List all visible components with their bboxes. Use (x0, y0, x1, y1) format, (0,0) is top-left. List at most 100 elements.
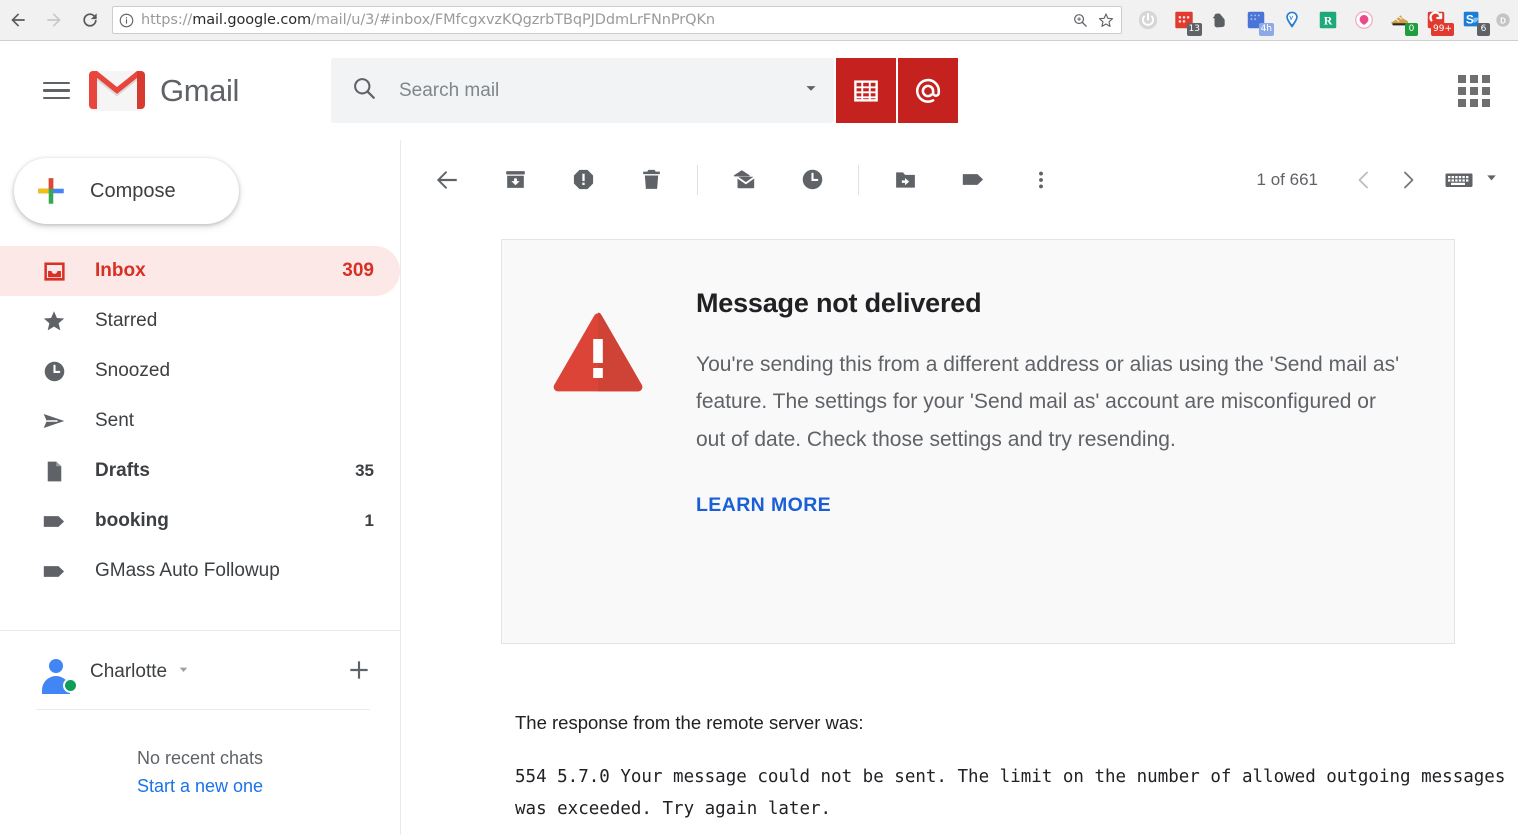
yandex-extension-icon[interactable] (1279, 7, 1305, 33)
sidebar-item-drafts[interactable]: Drafts 35 (0, 446, 400, 496)
sidebar-item-booking[interactable]: booking 1 (0, 496, 400, 546)
gmass-at-button[interactable] (897, 58, 958, 123)
gmail-brand-text: Gmail (160, 72, 239, 108)
sidebar-item-label: Inbox (95, 260, 146, 281)
pagination: 1 of 661 (1257, 158, 1518, 202)
compose-label: Compose (90, 179, 176, 202)
sidebar-item-label: Snoozed (95, 360, 171, 381)
sidebar-item-starred[interactable]: Starred (0, 296, 400, 346)
skype-extension-icon[interactable]: S 6 (1459, 7, 1490, 36)
url-text: https://mail.google.com/mail/u/3/#inbox/… (141, 12, 715, 28)
error-body: Message not delivered You're sending thi… (696, 288, 1454, 643)
gmail-logo[interactable]: Gmail (88, 68, 239, 113)
sidebar-item-gmass-auto-followup[interactable]: GMass Auto Followup (0, 546, 400, 596)
svg-text:R: R (1324, 14, 1333, 28)
calendar-extension-icon[interactable]: 13 (1171, 7, 1202, 36)
sidebar-item-inbox[interactable]: Inbox 309 (0, 246, 400, 296)
browser-toolbar: https://mail.google.com/mail/u/3/#inbox/… (0, 0, 1518, 41)
rescuetime-extension-icon[interactable]: 4h (1243, 7, 1274, 36)
ring-extension-icon[interactable] (1351, 7, 1377, 33)
search-area: Search mail (330, 58, 958, 123)
label-tag-icon (40, 558, 68, 585)
report-spam-button[interactable] (559, 156, 607, 204)
move-to-button[interactable] (881, 156, 929, 204)
compose-button[interactable]: Compose (14, 158, 239, 224)
chat-user-name: Charlotte (90, 661, 168, 682)
power-toggle-extension-icon[interactable] (1135, 7, 1161, 33)
more-options-button[interactable] (1017, 156, 1065, 204)
server-response-text: 554 5.7.0 Your message could not be sent… (515, 767, 1506, 819)
chat-section: Charlotte No recent chats Start a new on… (0, 630, 400, 797)
chat-header[interactable]: Charlotte (0, 645, 400, 699)
search-input[interactable]: Search mail (330, 58, 834, 123)
shoe-tracker-extension-icon[interactable]: 0 (1387, 7, 1418, 36)
chevron-left-icon[interactable] (1342, 158, 1386, 202)
delete-button[interactable] (627, 156, 675, 204)
message-toolbar: 1 of 661 (401, 140, 1518, 219)
hamburger-menu-icon[interactable] (32, 67, 80, 115)
sidebar-item-label: GMass Auto Followup (95, 560, 280, 581)
gmass-spreadsheet-button[interactable] (835, 58, 896, 123)
sidebar: Compose Inbox 309 Starred Snoozed Sent D… (0, 140, 400, 835)
sidebar-item-label: Drafts (95, 460, 150, 481)
forward-arrow-icon[interactable] (36, 2, 72, 38)
clock-icon (40, 359, 68, 384)
sidebar-nav-list: Inbox 309 Starred Snoozed Sent Drafts 35… (0, 246, 400, 596)
sidebar-item-label: booking (95, 510, 169, 531)
star-icon (40, 308, 68, 334)
send-icon (40, 408, 68, 434)
learn-more-link[interactable]: LEARN MORE (696, 494, 831, 517)
error-title: Message not delivered (696, 288, 982, 318)
mark-unread-button[interactable] (720, 156, 768, 204)
sidebar-item-label: Sent (95, 410, 135, 431)
chat-divider (36, 709, 370, 710)
at-sign-icon (915, 78, 940, 103)
extension-tray: 13 4h R 0 99+ S 6 D (1130, 0, 1518, 41)
chat-empty-state: No recent chats Start a new one (0, 748, 400, 797)
calendar-badge: 13 (1186, 23, 1202, 36)
chevron-right-icon[interactable] (1386, 158, 1430, 202)
sidebar-item-snoozed[interactable]: Snoozed (0, 346, 400, 396)
reload-icon[interactable] (72, 2, 108, 38)
url-bar[interactable]: https://mail.google.com/mail/u/3/#inbox/… (112, 6, 1122, 34)
grammarly-extension-icon[interactable]: R (1315, 7, 1341, 33)
sidebar-item-label: Starred (95, 310, 158, 331)
plus-icon (38, 178, 64, 204)
skype-badge: 6 (1477, 23, 1490, 36)
keyboard-icon[interactable] (1444, 169, 1500, 191)
start-new-chat-link[interactable]: Start a new one (0, 776, 400, 797)
apps-grid-icon[interactable] (1458, 74, 1490, 107)
archive-button[interactable] (491, 156, 539, 204)
sidebar-item-count: 1 (364, 511, 374, 530)
back-to-inbox-button[interactable] (423, 156, 471, 204)
star-icon[interactable] (1097, 11, 1115, 29)
chevron-down-icon[interactable] (800, 77, 822, 104)
partial-extension-icon[interactable]: D (1495, 7, 1511, 33)
pagination-text: 1 of 661 (1256, 169, 1318, 189)
chevron-down-icon[interactable] (1483, 169, 1500, 191)
clipboard-badge: 99+ (1431, 23, 1454, 36)
draft-document-icon (40, 459, 68, 484)
labels-button[interactable] (949, 156, 997, 204)
server-response-lead: The response from the remote server was: (515, 712, 864, 733)
sidebar-item-sent[interactable]: Sent (0, 396, 400, 446)
new-chat-plus-icon[interactable] (346, 657, 372, 688)
sidebar-item-count: 35 (355, 461, 374, 480)
shoe-tracker-badge: 0 (1405, 23, 1418, 36)
spreadsheet-icon (854, 79, 878, 102)
info-circle-icon[interactable] (119, 13, 134, 28)
zoom-search-icon[interactable] (1072, 12, 1089, 29)
evernote-extension-icon[interactable] (1207, 7, 1233, 33)
inbox-icon (40, 259, 68, 284)
sidebar-item-count: 309 (342, 260, 374, 281)
clipboard-extension-icon[interactable]: 99+ (1423, 7, 1454, 36)
main-body: Compose Inbox 309 Starred Snoozed Sent D… (0, 140, 1518, 835)
snooze-button[interactable] (788, 156, 836, 204)
chevron-down-icon[interactable] (176, 662, 191, 682)
rescuetime-badge: 4h (1258, 23, 1274, 36)
gmail-header: Gmail Search mail (0, 41, 1518, 140)
message-not-delivered-card: Message not delivered You're sending thi… (501, 239, 1455, 644)
error-description: You're sending this from a different add… (696, 353, 1400, 451)
search-placeholder: Search mail (398, 79, 500, 101)
back-arrow-icon[interactable] (0, 2, 36, 38)
